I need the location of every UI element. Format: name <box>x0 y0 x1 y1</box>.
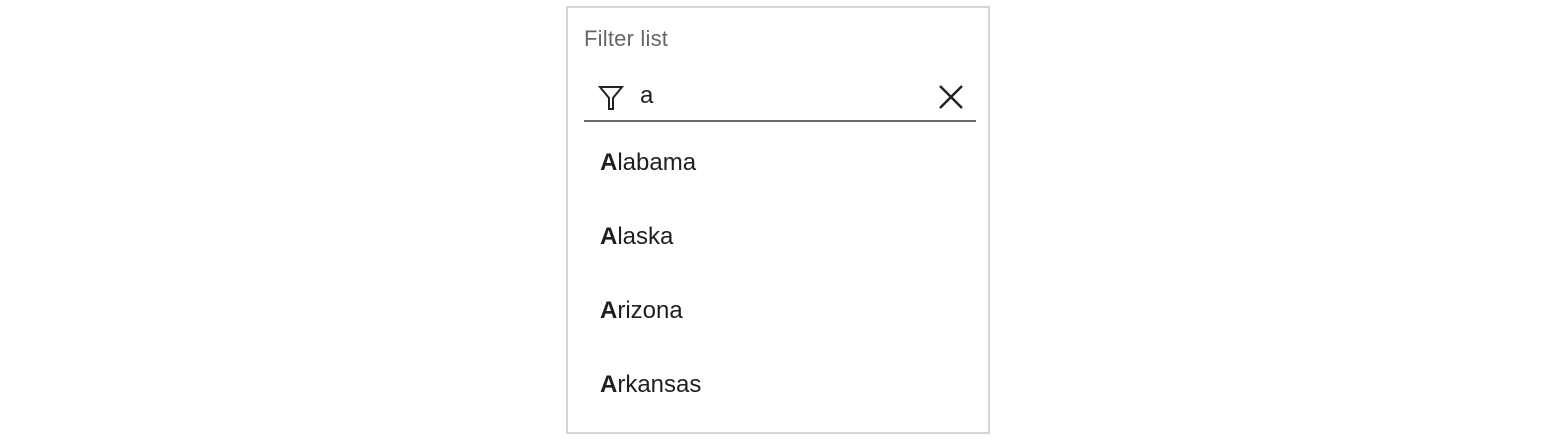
filter-funnel-icon <box>597 84 625 112</box>
item-rest: rizona <box>617 297 683 324</box>
filter-input-row[interactable] <box>584 72 976 122</box>
match-highlight: A <box>600 149 618 176</box>
list-item[interactable]: Alaska <box>568 212 988 286</box>
list-item[interactable]: Arizona <box>568 286 988 360</box>
filter-list-label: Filter list <box>584 26 669 51</box>
list-item[interactable]: Arkansas <box>568 360 988 434</box>
match-highlight: A <box>600 297 618 324</box>
filtered-results-list: Alabama Alaska Arizona Arkansas <box>568 138 988 434</box>
filter-input[interactable] <box>640 82 920 110</box>
item-rest: rkansas <box>617 371 702 398</box>
match-highlight: A <box>600 371 618 398</box>
match-highlight: A <box>600 223 618 250</box>
item-rest: laska <box>617 223 674 250</box>
close-x-icon <box>939 85 963 109</box>
list-item[interactable]: Alabama <box>568 138 988 212</box>
filter-list-panel: Filter list Alabama Alaska Arizona Arkan… <box>566 6 990 434</box>
item-rest: labama <box>617 149 697 176</box>
clear-filter-button[interactable] <box>936 82 966 112</box>
